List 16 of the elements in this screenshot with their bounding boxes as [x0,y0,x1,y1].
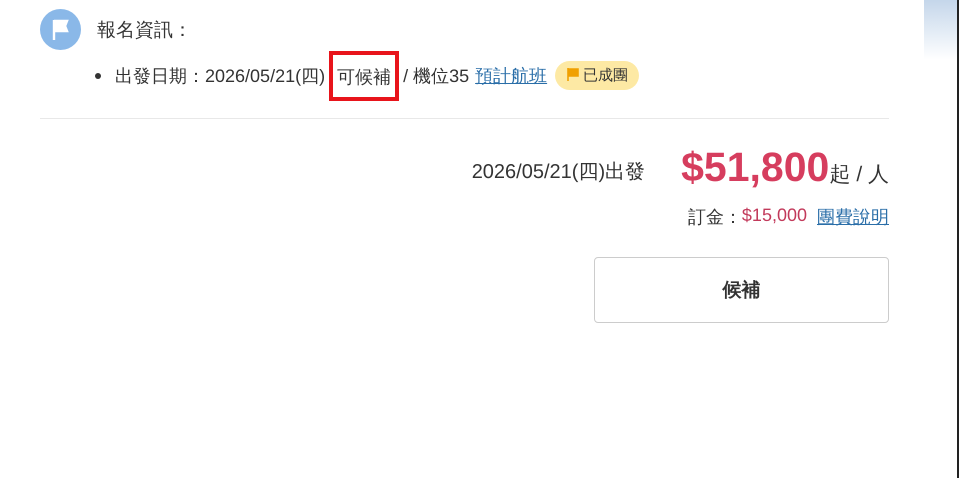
departure-date: 出發日期：2026/05/21(四) [115,64,326,88]
waitlist-button[interactable]: 候補 [594,257,889,323]
price-suffix: 起 [829,162,850,188]
bullet-icon [95,72,101,78]
departure-date: 2026/05/21(四)出發 [472,160,646,185]
deposit-amount: $15,000 [742,205,807,227]
fee-info-link[interactable]: 團費說明 [817,205,889,229]
deposit-label: 訂金： [688,206,742,229]
flight-link[interactable]: 預計航班 [475,64,548,88]
per-person-label: / 人 [856,162,889,188]
section-heading: 報名資訊： [97,18,192,42]
status-badge: 已成團 [555,61,640,90]
seats-text: / 機位35 [403,64,470,88]
flag-icon [40,9,81,50]
flag-icon [566,66,580,80]
price-amount: $51,800 [681,144,830,191]
